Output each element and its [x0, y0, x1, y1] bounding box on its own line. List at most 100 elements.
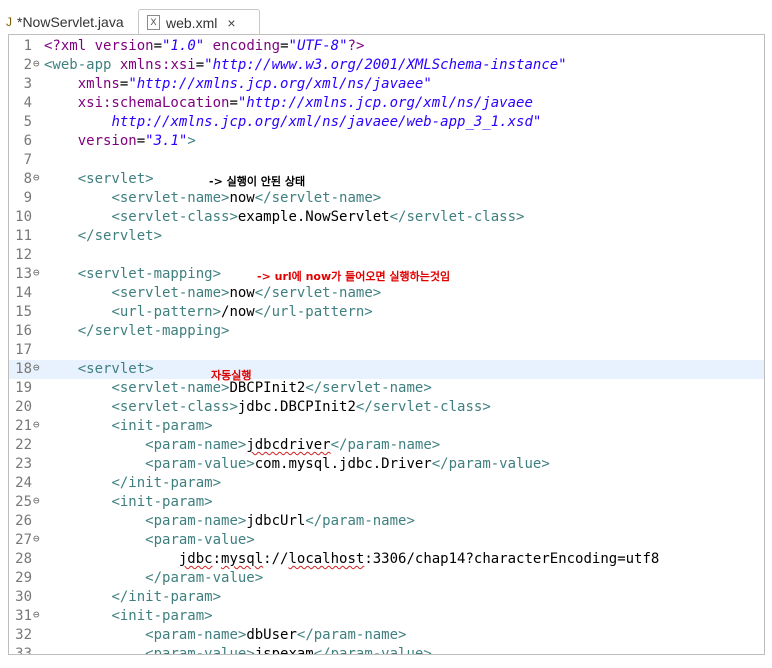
fold-collapse-icon[interactable]: ⊖	[33, 608, 40, 622]
code-text[interactable]: jdbc:mysql://localhost:3306/chap14?chara…	[44, 550, 659, 569]
line-number: 9	[23, 190, 32, 206]
code-text[interactable]: xsi:schemaLocation="http://xmlns.jcp.org…	[44, 94, 533, 113]
code-line: 5 http://xmlns.jcp.org/xml/ns/javaee/web…	[9, 113, 764, 132]
code-line: 14 <servlet-name>now</servlet-name>	[9, 284, 764, 303]
code-text[interactable]: <servlet>	[44, 170, 154, 189]
tag: </init-param>	[111, 475, 222, 491]
code-line: 23 <param-value>com.mysql.jdbc.Driver</p…	[9, 455, 764, 474]
code-text[interactable]: <init-param>	[44, 493, 213, 512]
tag: </servlet-class>	[389, 209, 525, 225]
line-number: 17	[15, 342, 32, 358]
code-text[interactable]: <param-name>jdbcdriver</param-name>	[44, 436, 440, 455]
tag: <servlet-name>	[111, 190, 230, 206]
tag: <web-app	[44, 57, 112, 73]
code-text[interactable]: <servlet-class>jdbc.DBCPInit2</servlet-c…	[44, 398, 490, 417]
tag: <param-name>	[145, 627, 247, 643]
code-text[interactable]: <init-param>	[44, 607, 213, 626]
editor-tab-bar: J *NowServlet.java X web.xml ×	[0, 0, 772, 35]
code-line: 13 ⊖ <servlet-mapping> -> url에 now가 들어오면…	[9, 265, 764, 284]
code-text[interactable]: <url-pattern>/now</url-pattern>	[44, 303, 372, 322]
code-text[interactable]: </init-param>	[44, 474, 221, 493]
fold-collapse-icon[interactable]: ⊖	[33, 494, 40, 508]
code-text[interactable]: version="3.1">	[44, 132, 196, 151]
tag: </param-value>	[145, 570, 264, 586]
code-text[interactable]: <servlet-class>example.NowServlet</servl…	[44, 208, 524, 227]
line-number: 4	[23, 95, 32, 111]
tag: <init-param>	[111, 418, 213, 434]
line-number: 12	[15, 247, 32, 263]
tag: <servlet-class>	[111, 209, 238, 225]
line-number: 8	[23, 171, 32, 187]
param-name-value: jdbcUrl	[246, 513, 306, 529]
code-text[interactable]: <servlet-mapping>	[44, 265, 221, 284]
fold-collapse-icon[interactable]: ⊖	[33, 57, 40, 71]
line-number: 1	[23, 38, 32, 54]
param-name-value: jdbcdriver	[246, 437, 331, 453]
code-text[interactable]: http://xmlns.jcp.org/xml/ns/javaee/web-a…	[44, 113, 541, 132]
code-text[interactable]: </servlet-mapping>	[44, 322, 230, 341]
attr-name: version	[94, 38, 154, 54]
line-number: 19	[15, 380, 32, 396]
code-text[interactable]: <param-name>jdbcUrl</param-name>	[44, 512, 415, 531]
code-line: 19 <servlet-name>DBCPInit2</servlet-name…	[9, 379, 764, 398]
code-text[interactable]: <param-name>dbUser</param-name>	[44, 626, 406, 645]
jdbc-url-part: localhost	[288, 551, 365, 567]
tag: <param-value>	[145, 532, 255, 548]
code-line: 27 ⊖ <param-value>	[9, 531, 764, 550]
tag: <servlet>	[77, 361, 154, 377]
code-line: 4 xsi:schemaLocation="http://xmlns.jcp.o…	[9, 94, 764, 113]
servlet-class-value: jdbc.DBCPInit2	[237, 399, 356, 415]
line-number: 32	[15, 627, 32, 643]
attr-name: version	[77, 133, 137, 149]
tag: <init-param>	[111, 608, 213, 624]
tag: <servlet-name>	[111, 380, 230, 396]
line-number: 14	[15, 285, 32, 301]
code-text[interactable]: <web-app xmlns:xsi="http://www.w3.org/20…	[44, 56, 567, 75]
code-text[interactable]: <?xml version="1.0" encoding="UTF-8"?>	[44, 37, 364, 56]
tag: <init-param>	[111, 494, 213, 510]
code-line: 28 jdbc:mysql://localhost:3306/chap14?ch…	[9, 550, 764, 569]
fold-collapse-icon[interactable]: ⊖	[33, 266, 40, 280]
code-line: 21 ⊖ <init-param>	[9, 417, 764, 436]
line-number: 23	[15, 456, 32, 472]
xml-file-icon: X	[147, 15, 160, 30]
code-line: 1 <?xml version="1.0" encoding="UTF-8"?>	[9, 37, 764, 56]
code-line: 15 <url-pattern>/now</url-pattern>	[9, 303, 764, 322]
code-text[interactable]: xmlns="http://xmlns.jcp.org/xml/ns/javae…	[44, 75, 432, 94]
attr-value: "http://xmlns.jcp.org/xml/ns/javaee"	[128, 76, 432, 92]
code-text[interactable]: <servlet-name>now</servlet-name>	[44, 189, 381, 208]
code-line: 8 ⊖ <servlet> -> 실행이 안된 상태	[9, 170, 764, 189]
code-line: 6 version="3.1">	[9, 132, 764, 151]
code-text[interactable]: </init-param>	[44, 588, 221, 607]
code-line: 2 ⊖ <web-app xmlns:xsi="http://www.w3.or…	[9, 56, 764, 75]
attr-name: xmlns:xsi	[119, 57, 196, 73]
fold-collapse-icon[interactable]: ⊖	[33, 418, 40, 432]
tag: </servlet-name>	[254, 285, 382, 301]
tab-nowservlet-java[interactable]: J *NowServlet.java	[0, 9, 124, 35]
line-number: 16	[15, 323, 32, 339]
tag: </servlet-mapping>	[77, 323, 230, 339]
tag: <servlet-mapping>	[77, 266, 222, 282]
close-icon[interactable]: ×	[227, 15, 235, 31]
fold-collapse-icon[interactable]: ⊖	[33, 361, 40, 375]
code-line: 33 <param-value>jspexam</param-value>	[9, 645, 764, 654]
code-text[interactable]: <param-value>	[44, 531, 255, 550]
tag: </param-name>	[296, 627, 407, 643]
code-text[interactable]: <servlet-name>DBCPInit2</servlet-name>	[44, 379, 431, 398]
code-text[interactable]: <param-value>jspexam</param-value>	[44, 645, 432, 654]
fold-collapse-icon[interactable]: ⊖	[33, 171, 40, 185]
code-line: 16 </servlet-mapping>	[9, 322, 764, 341]
code-text[interactable]: <init-param>	[44, 417, 213, 436]
code-text[interactable]: </param-value>	[44, 569, 263, 588]
code-text[interactable]: <servlet>	[44, 360, 154, 379]
jdbc-url-part: jdbc	[178, 551, 213, 567]
fold-collapse-icon[interactable]: ⊖	[33, 532, 40, 546]
tab-web-xml[interactable]: X web.xml ×	[138, 9, 260, 35]
code-text[interactable]: </servlet>	[44, 227, 162, 246]
xml-editor[interactable]: 1 <?xml version="1.0" encoding="UTF-8"?>…	[8, 35, 765, 655]
current-line: 18 ⊖ <servlet> 자동실행	[9, 360, 764, 382]
code-text[interactable]: <servlet-name>now</servlet-name>	[44, 284, 381, 303]
code-text[interactable]: <param-value>com.mysql.jdbc.Driver</para…	[44, 455, 550, 474]
line-number: 5	[23, 114, 32, 130]
tag: </param-name>	[330, 437, 441, 453]
